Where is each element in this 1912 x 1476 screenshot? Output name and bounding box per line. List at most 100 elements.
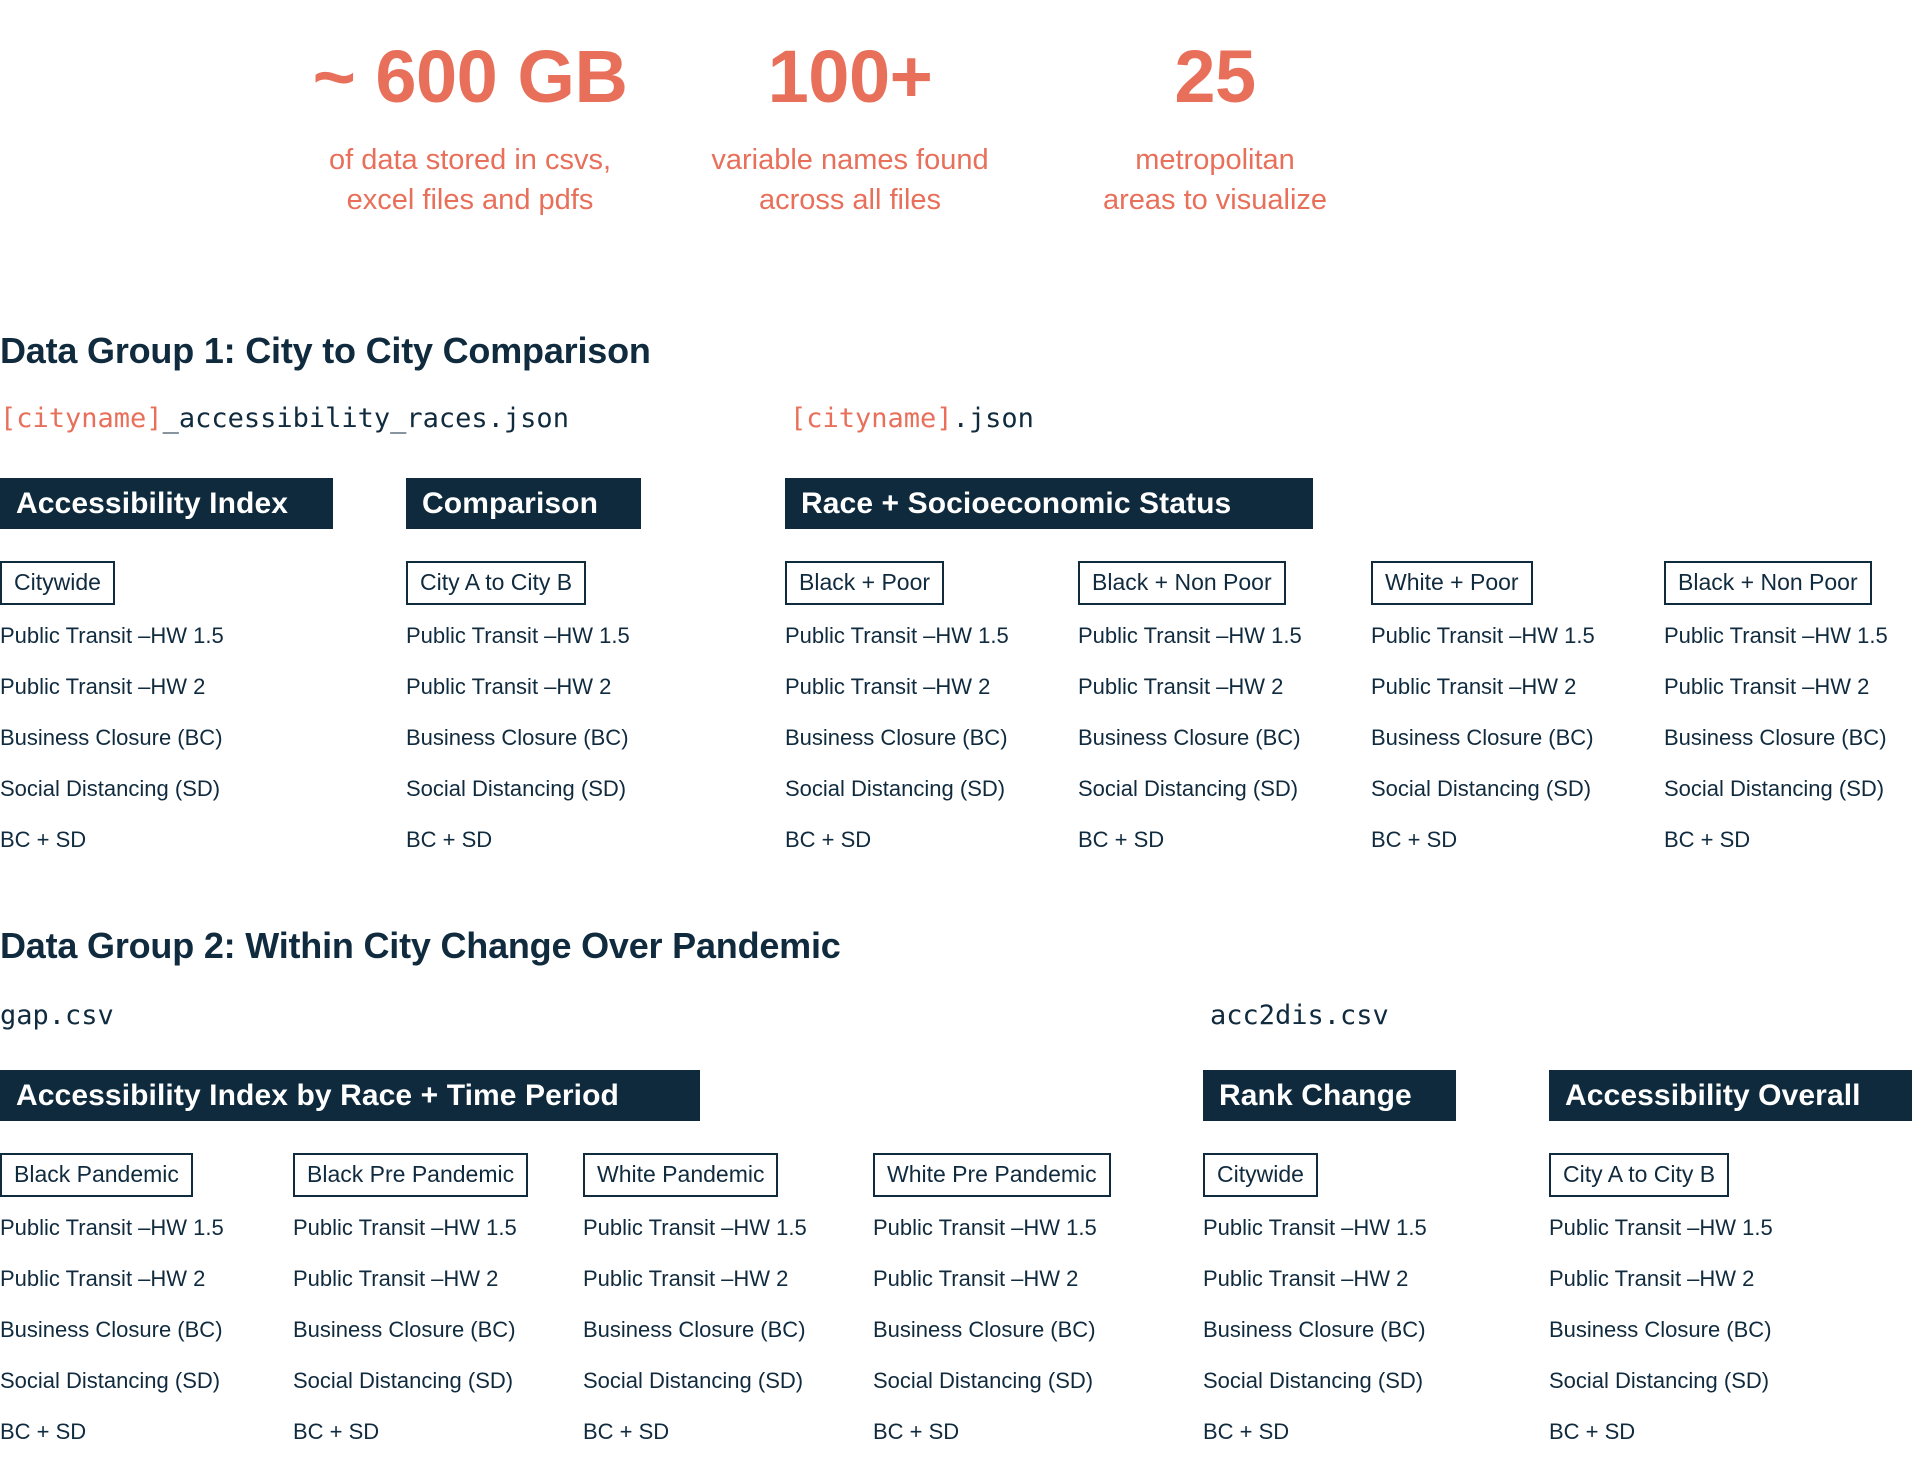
- filename-gap-csv: gap.csv: [0, 1000, 114, 1031]
- list-item: Public Transit –HW 2: [785, 674, 991, 700]
- list-item: Public Transit –HW 2: [583, 1266, 789, 1292]
- list-item: Public Transit –HW 2: [1203, 1266, 1409, 1292]
- list-item: Social Distancing (SD): [1203, 1368, 1424, 1394]
- section-header-accessibility-overall: Accessibility Overall: [1549, 1070, 1912, 1121]
- column-chip: Black + Non Poor: [1078, 561, 1286, 606]
- filename-rest: _accessibility_races.json: [162, 403, 569, 434]
- column-white-pandemic: White Pandemic Public Transit –HW 1.5 Pu…: [583, 1153, 883, 1443]
- list-item: BC + SD: [293, 1419, 380, 1445]
- list-item: Business Closure (BC): [406, 725, 629, 751]
- list-item: Social Distancing (SD): [785, 776, 1006, 802]
- column-items: Public Transit –HW 1.5 Public Transit –H…: [1371, 625, 1671, 851]
- list-item: Social Distancing (SD): [873, 1368, 1094, 1394]
- section-header-rank-change: Rank Change: [1203, 1070, 1456, 1121]
- list-item: Business Closure (BC): [583, 1317, 806, 1343]
- stat-card-variable-count: 100+ variable names found across all fil…: [670, 40, 1030, 220]
- column-items: Public Transit –HW 1.5 Public Transit –H…: [1549, 1217, 1849, 1443]
- stat-caption: variable names found across all files: [711, 144, 989, 217]
- list-item: Public Transit –HW 2: [1664, 674, 1870, 700]
- column-items: Public Transit –HW 1.5 Public Transit –H…: [1078, 625, 1378, 851]
- list-item: Public Transit –HW 2: [0, 674, 206, 700]
- list-item: Business Closure (BC): [0, 1317, 223, 1343]
- column-chip: White + Poor: [1371, 561, 1533, 606]
- list-item: Public Transit –HW 2: [293, 1266, 499, 1292]
- filename-city-accessibility-races: [cityname]_accessibility_races.json: [0, 403, 569, 434]
- data-group-1-title: Data Group 1: City to City Comparison: [0, 330, 651, 371]
- list-item: Public Transit –HW 1.5: [0, 623, 224, 649]
- column-chip: Citywide: [1203, 1153, 1318, 1198]
- stat-card-metro-count: 25 metropolitan areas to visualize: [1045, 40, 1385, 220]
- column-black-pre-pandemic: Black Pre Pandemic Public Transit –HW 1.…: [293, 1153, 593, 1443]
- stat-value: ~ 600 GB: [312, 35, 628, 118]
- column-accessibility-overall-city-a-to-city-b: City A to City B Public Transit –HW 1.5 …: [1549, 1153, 1849, 1443]
- list-item: Business Closure (BC): [1371, 725, 1594, 751]
- column-chip: City A to City B: [1549, 1153, 1730, 1198]
- stat-value: 25: [1174, 35, 1256, 118]
- column-rank-change-citywide: Citywide Public Transit –HW 1.5 Public T…: [1203, 1153, 1503, 1443]
- list-item: Social Distancing (SD): [0, 776, 221, 802]
- filename-rest: gap.csv: [0, 1000, 114, 1031]
- column-items: Public Transit –HW 1.5 Public Transit –H…: [0, 1217, 300, 1443]
- list-item: Public Transit –HW 2: [406, 674, 612, 700]
- column-items: Public Transit –HW 1.5 Public Transit –H…: [785, 625, 1085, 851]
- list-item: Business Closure (BC): [785, 725, 1008, 751]
- filename-rest: .json: [952, 403, 1034, 434]
- section-header-accessibility-index: Accessibility Index: [0, 478, 333, 529]
- section-header-accessibility-index-by-race-time-period: Accessibility Index by Race + Time Perio…: [0, 1070, 700, 1121]
- list-item: BC + SD: [583, 1419, 670, 1445]
- data-group-2-title: Data Group 2: Within City Change Over Pa…: [0, 925, 841, 966]
- list-item: Public Transit –HW 1.5: [785, 623, 1009, 649]
- column-items: Public Transit –HW 1.5 Public Transit –H…: [1664, 625, 1912, 851]
- filename-placeholder: [cityname]: [0, 403, 163, 434]
- list-item: Social Distancing (SD): [406, 776, 627, 802]
- list-item: BC + SD: [1371, 827, 1458, 853]
- list-item: Social Distancing (SD): [1549, 1368, 1770, 1394]
- list-item: Public Transit –HW 1.5: [1371, 623, 1595, 649]
- filename-acc2dis-csv: acc2dis.csv: [1210, 1000, 1389, 1031]
- list-item: Social Distancing (SD): [0, 1368, 221, 1394]
- column-black-poor: Black + Poor Public Transit –HW 1.5 Publ…: [785, 561, 1085, 851]
- list-item: BC + SD: [1664, 827, 1751, 853]
- list-item: Public Transit –HW 2: [1078, 674, 1284, 700]
- column-chip: Black Pre Pandemic: [293, 1153, 529, 1198]
- list-item: Social Distancing (SD): [583, 1368, 804, 1394]
- list-item: Public Transit –HW 1.5: [1203, 1215, 1427, 1241]
- list-item: BC + SD: [1203, 1419, 1290, 1445]
- column-chip: Citywide: [0, 561, 115, 606]
- column-items: Public Transit –HW 1.5 Public Transit –H…: [1203, 1217, 1503, 1443]
- column-items: Public Transit –HW 1.5 Public Transit –H…: [293, 1217, 593, 1443]
- list-item: Social Distancing (SD): [293, 1368, 514, 1394]
- list-item: Public Transit –HW 1.5: [1664, 623, 1888, 649]
- list-item: Public Transit –HW 2: [0, 1266, 206, 1292]
- column-black-non-poor-2: Black + Non Poor Public Transit –HW 1.5 …: [1664, 561, 1912, 851]
- stat-caption: metropolitan areas to visualize: [1102, 144, 1328, 217]
- column-chip: City A to City B: [406, 561, 587, 606]
- column-items: Public Transit –HW 1.5 Public Transit –H…: [0, 625, 300, 851]
- column-white-poor: White + Poor Public Transit –HW 1.5 Publ…: [1371, 561, 1671, 851]
- list-item: Social Distancing (SD): [1371, 776, 1592, 802]
- list-item: Public Transit –HW 1.5: [293, 1215, 517, 1241]
- list-item: Business Closure (BC): [873, 1317, 1096, 1343]
- list-item: Business Closure (BC): [1664, 725, 1887, 751]
- list-item: Public Transit –HW 1.5: [1549, 1215, 1773, 1241]
- list-item: Public Transit –HW 1.5: [873, 1215, 1097, 1241]
- list-item: Public Transit –HW 1.5: [0, 1215, 224, 1241]
- filename-city-json: [cityname].json: [790, 403, 1034, 434]
- column-chip: White Pandemic: [583, 1153, 779, 1198]
- list-item: Social Distancing (SD): [1078, 776, 1299, 802]
- list-item: Business Closure (BC): [293, 1317, 516, 1343]
- stat-caption: of data stored in csvs, excel files and …: [328, 144, 612, 217]
- column-chip: Black Pandemic: [0, 1153, 193, 1198]
- list-item: BC + SD: [873, 1419, 960, 1445]
- stats-band: ~ 600 GB of data stored in csvs, excel f…: [0, 30, 1912, 245]
- filename-placeholder: [cityname]: [790, 403, 953, 434]
- column-chip: Black + Poor: [785, 561, 945, 606]
- stat-value: 100+: [767, 35, 933, 118]
- filename-rest: acc2dis.csv: [1210, 1000, 1389, 1031]
- list-item: Business Closure (BC): [1203, 1317, 1426, 1343]
- column-chip: Black + Non Poor: [1664, 561, 1872, 606]
- list-item: BC + SD: [0, 827, 87, 853]
- column-items: Public Transit –HW 1.5 Public Transit –H…: [583, 1217, 883, 1443]
- list-item: Public Transit –HW 1.5: [1078, 623, 1302, 649]
- list-item: BC + SD: [0, 1419, 87, 1445]
